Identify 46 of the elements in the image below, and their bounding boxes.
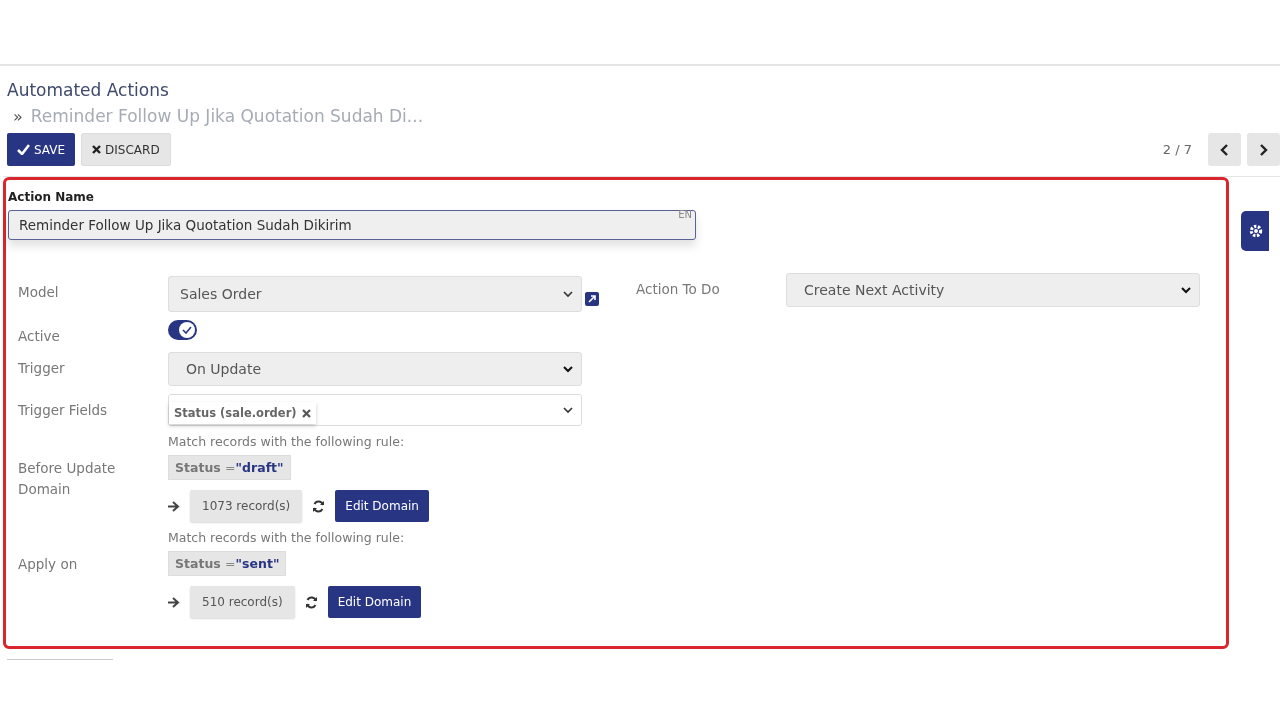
discard-button[interactable]: DISCARD: [81, 133, 171, 166]
previous-button[interactable]: [1208, 133, 1241, 166]
arrow-icon: [168, 596, 180, 608]
field-label: Trigger: [18, 359, 66, 378]
record-count-button[interactable]: 1073 record(s): [190, 490, 303, 522]
check-icon: [182, 326, 192, 334]
close-icon: [92, 145, 102, 154]
save-button[interactable]: SAVE: [7, 133, 76, 166]
field-label: Apply on: [18, 555, 79, 574]
field-label: Action To Do: [636, 280, 721, 299]
model-select[interactable]: Sales Order: [168, 276, 582, 312]
field-label: Model: [18, 283, 60, 302]
settings-button[interactable]: [1241, 211, 1269, 251]
active-toggle[interactable]: [168, 320, 197, 340]
field-label: Trigger Fields: [18, 401, 109, 420]
domain-hint: Match records with the following rule:: [168, 530, 406, 545]
refresh-icon[interactable]: [304, 595, 318, 609]
domain-hint: Match records with the following rule:: [168, 434, 406, 449]
action-name-field[interactable]: Reminder Follow Up Jika Quotation Sudah Dikirim EN: [8, 210, 696, 240]
breadcrumb-separator: »: [13, 107, 23, 126]
caret-icon: [563, 291, 573, 298]
breadcrumb-link[interactable]: Automated Actions: [7, 80, 1280, 100]
caret-icon: [563, 407, 573, 414]
edit-domain-button[interactable]: Edit Domain: [327, 586, 422, 618]
arrow-icon: [168, 500, 180, 512]
refresh-icon[interactable]: [312, 499, 326, 513]
action-select[interactable]: Create Next Activity: [786, 273, 1200, 307]
record-count-button[interactable]: 510 record(s): [190, 586, 295, 618]
gear-icon: [1249, 222, 1263, 240]
next-button[interactable]: [1247, 133, 1280, 166]
breadcrumb-current: Reminder Follow Up Jika Quotation Sudah Di...: [30, 106, 424, 126]
field-label: Active: [18, 327, 61, 344]
edit-domain-button[interactable]: Edit Domain: [335, 490, 429, 522]
field-label: Action Name: [8, 190, 95, 204]
chevron-right-icon: [1259, 143, 1268, 156]
caret-icon: [563, 366, 573, 373]
check-icon: [17, 144, 30, 155]
pager-counter: 2 / 7: [1162, 142, 1192, 157]
remove-icon[interactable]: [301, 408, 311, 418]
trigger-fields-field[interactable]: Status (sale.order): [168, 394, 582, 426]
caret-icon: [1181, 287, 1191, 294]
chevron-left-icon: [1220, 143, 1229, 156]
external-link-icon[interactable]: [585, 292, 599, 306]
field-tag: Status (sale.order): [169, 402, 316, 424]
trigger-select[interactable]: On Update: [168, 352, 582, 386]
field-label: Before Update Domain: [18, 459, 117, 499]
